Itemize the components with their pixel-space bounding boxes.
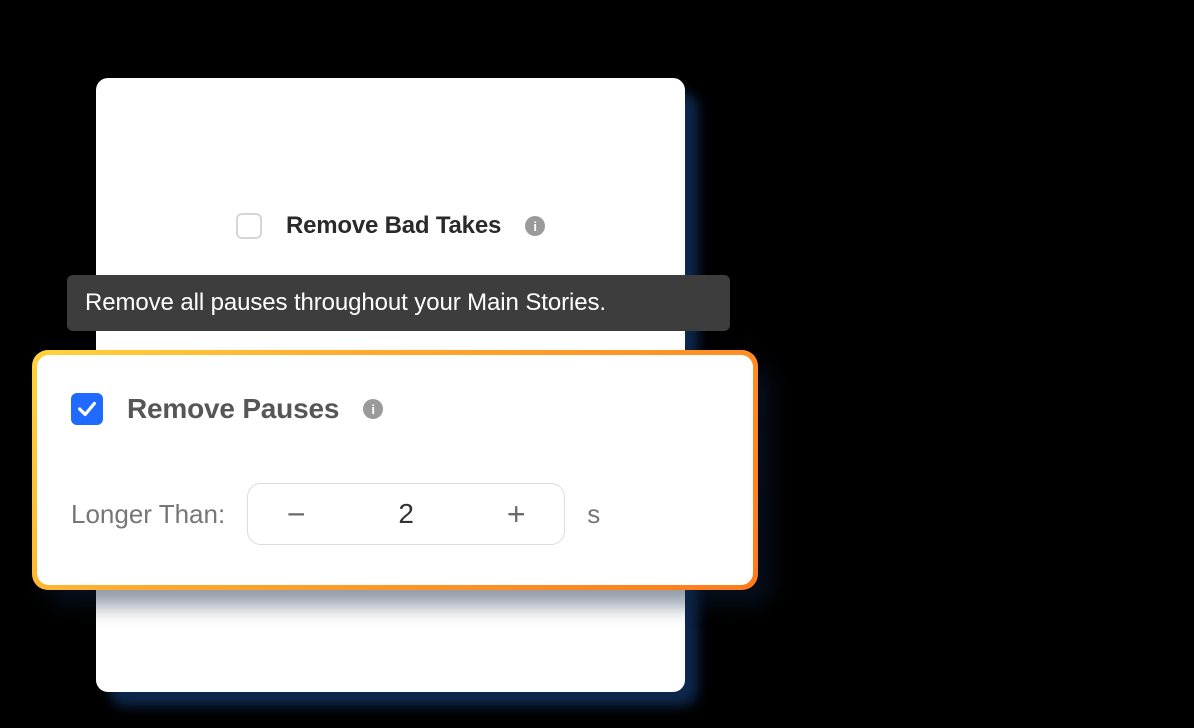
info-icon[interactable]: i [363,399,383,419]
stepper-decrement[interactable]: − [276,496,316,533]
checkbox-remove-bad-takes[interactable] [236,213,262,239]
option-remove-bad-takes[interactable]: Remove Bad Takes i [236,212,545,240]
pause-threshold-row: Longer Than: − 2 + s [71,483,600,545]
tooltip-remove-pauses: Remove all pauses throughout your Main S… [67,275,730,331]
checkbox-remove-pauses[interactable] [71,393,103,425]
option-remove-pauses[interactable]: Remove Pauses i [71,393,383,425]
highlight-inner: Remove Pauses i Longer Than: − 2 + s [37,355,753,585]
pause-threshold-stepper[interactable]: − 2 + [247,483,565,545]
info-icon[interactable]: i [525,216,545,236]
option-label: Remove Bad Takes [286,212,501,240]
check-icon [75,398,99,420]
unit-label: s [587,499,600,530]
option-remove-pauses-card: Remove Pauses i Longer Than: − 2 + s [32,350,758,590]
stepper-increment[interactable]: + [496,496,536,533]
option-label: Remove Pauses [127,393,339,425]
longer-than-label: Longer Than: [71,499,225,530]
stepper-value: 2 [398,498,414,530]
